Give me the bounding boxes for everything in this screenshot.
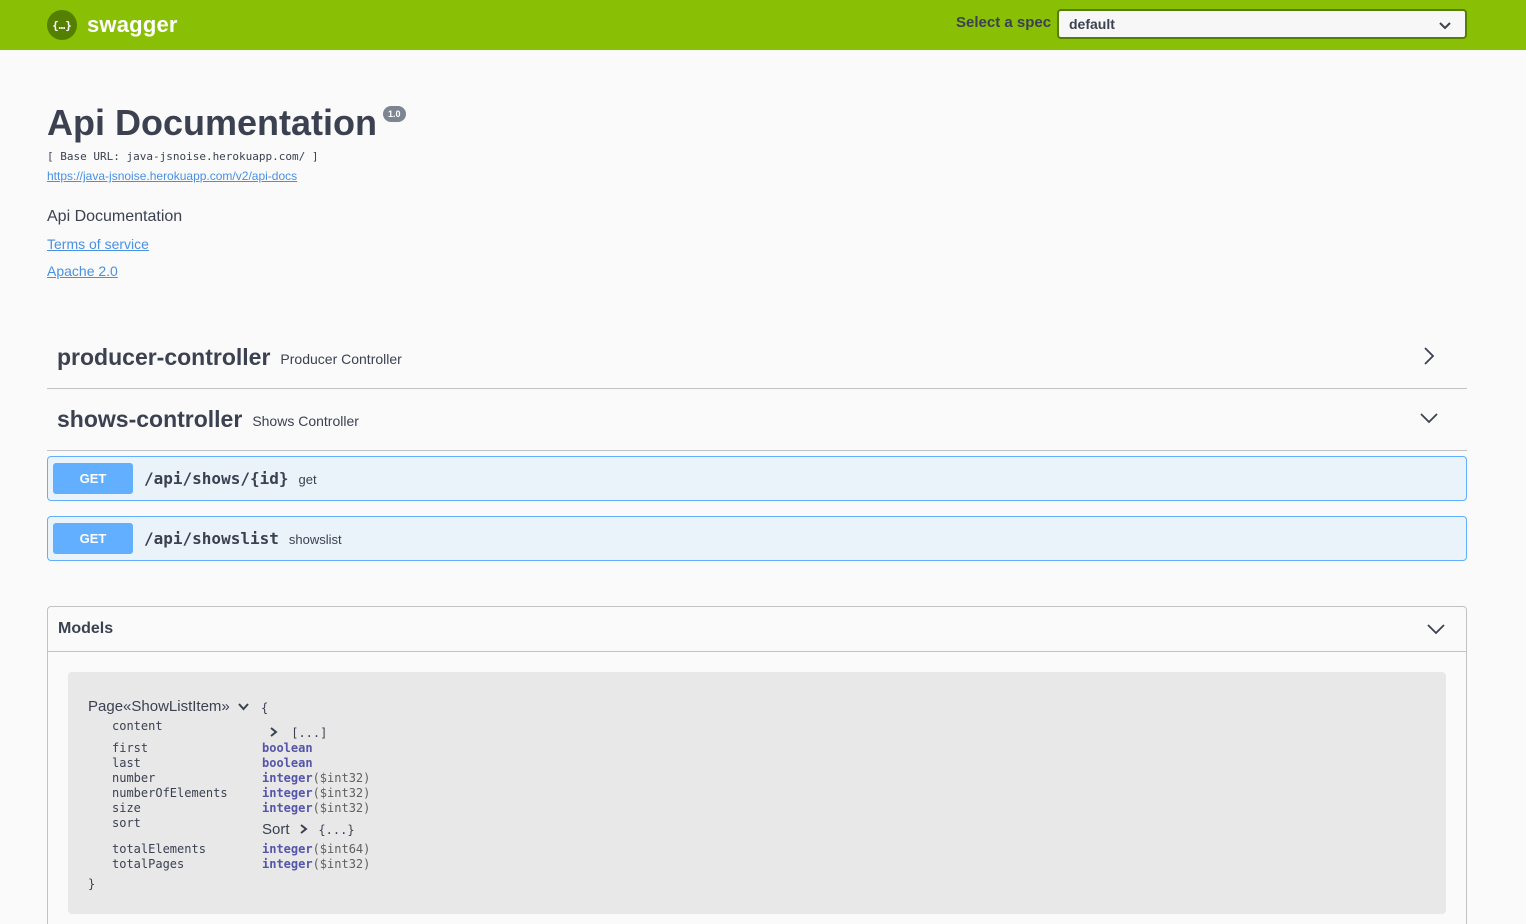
- method-badge: GET: [53, 463, 133, 494]
- tag-description: Producer Controller: [280, 351, 402, 367]
- property-name: size: [112, 801, 141, 815]
- property-name: numberOfElements: [112, 786, 228, 800]
- page-title: Api Documentation 1.0: [47, 102, 406, 144]
- property-type: boolean: [262, 741, 313, 755]
- operation-path: /api/showslist: [144, 529, 279, 548]
- property-type: integer($int32): [262, 801, 371, 815]
- base-url: [ Base URL: java-jsnoise.herokuapp.com/ …: [47, 150, 319, 163]
- property-type: integer($int32): [262, 786, 371, 800]
- tag-name: producer-controller: [57, 344, 271, 370]
- brand-name: swagger: [87, 12, 178, 37]
- tag-name: shows-controller: [57, 406, 243, 432]
- operation-get-showslist[interactable]: GET /api/showslist showslist: [47, 516, 1467, 561]
- chevron-right-icon: [300, 821, 312, 838]
- chevron-down-icon: [1419, 408, 1439, 433]
- terms-of-service-link[interactable]: Terms of service: [47, 236, 149, 252]
- operation-summary: get: [298, 472, 317, 487]
- method-badge: GET: [53, 523, 133, 554]
- api-description: Api Documentation: [47, 208, 183, 225]
- brace-open: {: [261, 701, 269, 715]
- sort-expand-toggle[interactable]: Sort {...}: [262, 821, 355, 839]
- chevron-down-icon: [1426, 621, 1446, 642]
- svg-text:{…}: {…}: [52, 19, 72, 32]
- topbar: {…} swagger Select a spec default: [0, 0, 1526, 50]
- version-badge: 1.0: [383, 106, 406, 122]
- operation-summary: showslist: [288, 532, 342, 547]
- tag-shows-controller[interactable]: shows-controller Shows Controller: [47, 389, 1467, 451]
- collapsed-object: {...}: [318, 823, 355, 837]
- swagger-logo[interactable]: {…} swagger: [47, 10, 178, 40]
- chevron-right-icon: [1419, 346, 1439, 371]
- sort-model-name: Sort: [262, 821, 290, 838]
- models-section: Models Page«ShowListItem» { content [...…: [47, 606, 1467, 924]
- property-name: totalPages: [112, 857, 185, 871]
- property-name: content: [112, 719, 163, 733]
- model-name: Page«ShowListItem»: [88, 698, 230, 715]
- api-title: Api Documentation: [47, 102, 377, 143]
- license-link[interactable]: Apache 2.0: [47, 263, 118, 279]
- operation-path: /api/shows/{id}: [144, 469, 289, 488]
- property-name: first: [112, 741, 149, 755]
- swagger-logo-icon: {…}: [47, 10, 77, 40]
- property-name: last: [112, 756, 141, 770]
- spec-select-value: default: [1069, 16, 1115, 32]
- brace-close: }: [88, 877, 96, 891]
- property-type: boolean: [262, 756, 313, 770]
- models-title: Models: [58, 620, 114, 637]
- property-type: integer($int32): [262, 771, 371, 785]
- chevron-right-icon: [270, 726, 285, 740]
- models-header[interactable]: Models: [48, 607, 1466, 652]
- property-type: integer($int32): [262, 857, 371, 871]
- operation-get-show[interactable]: GET /api/shows/{id} get: [47, 456, 1467, 501]
- select-spec-label: Select a spec: [956, 14, 1052, 31]
- spec-select[interactable]: default: [1057, 9, 1467, 39]
- property-name: number: [112, 771, 156, 785]
- model-page-showlistitem: Page«ShowListItem» { content [...] first…: [68, 672, 1446, 914]
- tag-producer-controller[interactable]: producer-controller Producer Controller: [47, 327, 1467, 389]
- collapsed-array: [...]: [291, 726, 328, 740]
- api-docs-link[interactable]: https://java-jsnoise.herokuapp.com/v2/ap…: [47, 169, 297, 183]
- property-name: totalElements: [112, 842, 206, 856]
- property-type: integer($int64): [262, 842, 371, 856]
- property-name: sort: [112, 816, 141, 830]
- content-expand-toggle[interactable]: [...]: [270, 726, 327, 740]
- model-name-toggle[interactable]: Page«ShowListItem»: [88, 698, 249, 715]
- chevron-down-icon: [1439, 18, 1451, 34]
- tag-description: Shows Controller: [252, 413, 359, 429]
- chevron-down-icon: [238, 698, 249, 715]
